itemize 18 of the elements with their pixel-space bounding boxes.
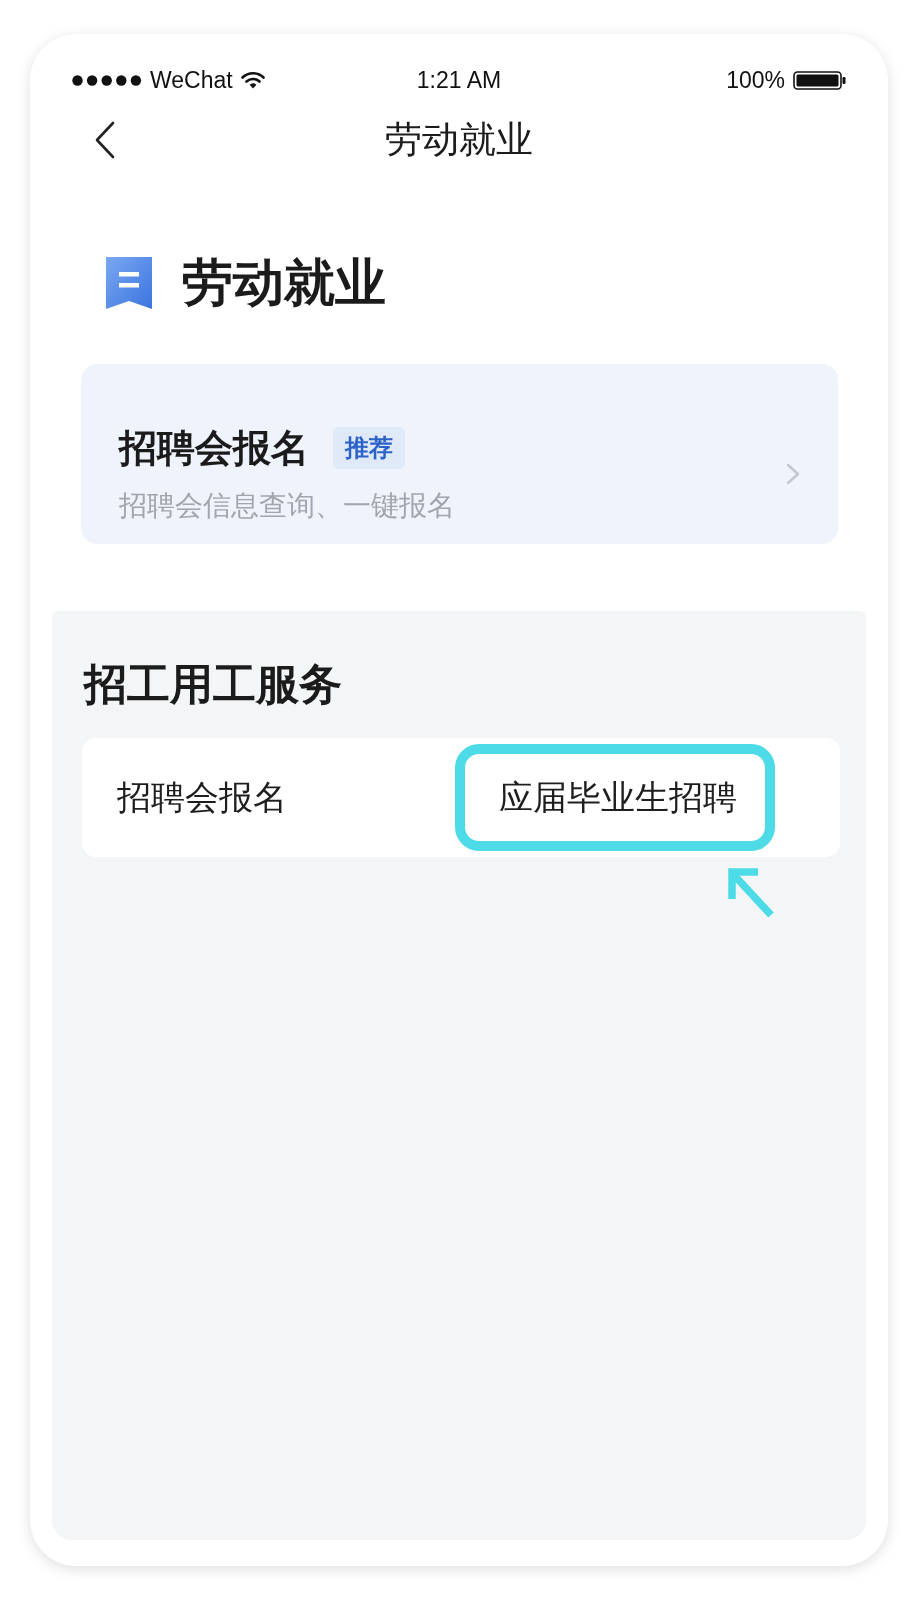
wifi-icon (240, 71, 265, 89)
card-title: 招聘会报名 (119, 426, 309, 471)
battery-icon (793, 70, 846, 90)
recommended-tag: 推荐 (333, 427, 405, 469)
status-time: 1:21 AM (416, 68, 502, 92)
bookmark-icon (106, 257, 152, 309)
service-link[interactable]: 招聘会报名 (117, 777, 287, 818)
page-title: 劳动就业 (385, 118, 533, 162)
back-button[interactable] (94, 121, 115, 159)
carrier-name: WeChat (150, 68, 233, 92)
services-heading: 招工用工服务 (82, 659, 343, 710)
feature-card[interactable]: 招聘会报名 推荐 招聘会信息查询、一键报名 (81, 364, 838, 544)
card-subtitle: 招聘会信息查询、一键报名 (119, 489, 456, 523)
chevron-right-icon (786, 463, 800, 485)
battery-percent: 100% (726, 68, 785, 92)
section-heading: 劳动就业 (182, 253, 386, 313)
signal-dots-icon (72, 74, 142, 86)
service-link[interactable]: 应届毕业生招聘 (455, 744, 775, 851)
